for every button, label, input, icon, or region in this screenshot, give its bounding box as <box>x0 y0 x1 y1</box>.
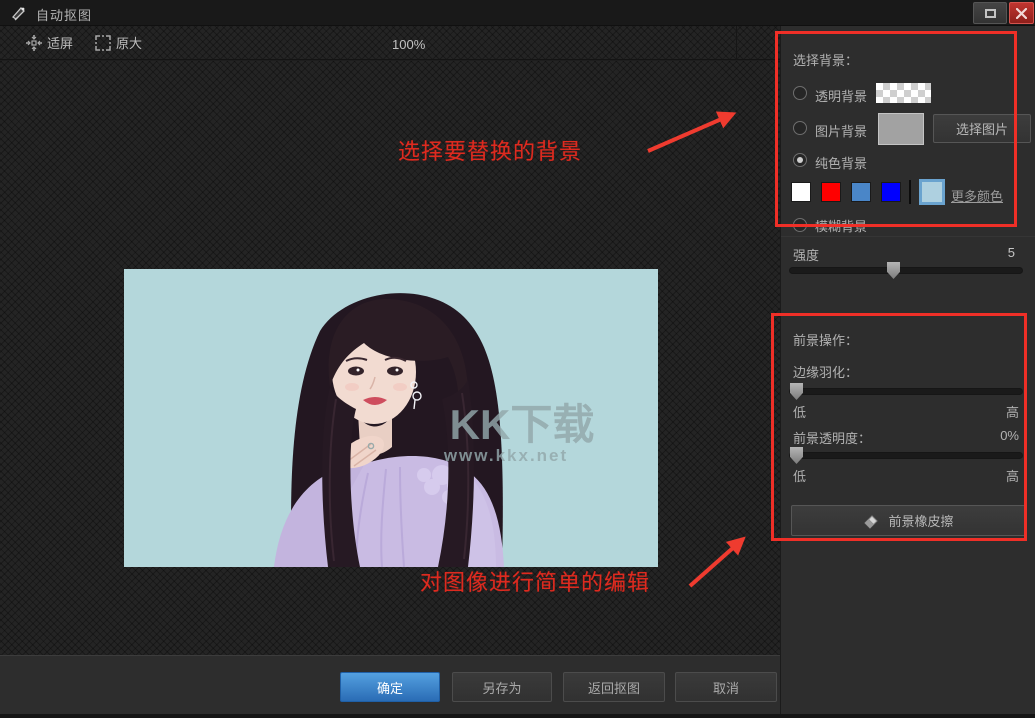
settings-panel: 选择背景： 透明背景 图片背景 选择图片 纯色背景 更多颜色 模糊背景 强度 5… <box>780 26 1035 718</box>
fit-screen-icon <box>26 35 42 51</box>
foreground-eraser-button[interactable]: 前景橡皮擦 <box>791 505 1026 536</box>
panel-divider <box>781 236 1035 237</box>
fit-screen-button[interactable]: 适屏 <box>26 33 73 52</box>
choose-image-button[interactable]: 选择图片 <box>933 114 1031 143</box>
ok-button[interactable]: 确定 <box>340 672 440 702</box>
preview-image: KK下载 www.kkx.net <box>124 269 658 567</box>
image-background-swatch <box>878 113 924 145</box>
maximize-button[interactable] <box>973 2 1007 24</box>
eraser-icon <box>863 512 880 529</box>
opacity-slider[interactable] <box>789 452 1023 459</box>
cancel-button[interactable]: 取消 <box>675 672 777 702</box>
feather-slider[interactable] <box>789 388 1023 395</box>
annotation-edit-note: 对图像进行简单的编辑 <box>420 565 650 597</box>
color-swatch-blue[interactable] <box>881 182 901 202</box>
transparent-swatch <box>876 83 931 103</box>
swatch-divider <box>909 180 911 204</box>
feather-high-label: 高 <box>1006 402 1019 421</box>
color-swatch-white[interactable] <box>791 182 811 202</box>
maximize-icon <box>985 9 996 18</box>
color-swatch-steelblue[interactable] <box>851 182 871 202</box>
strength-label: 强度 <box>793 245 819 264</box>
watermark-line1: KK下载 <box>450 401 595 448</box>
canvas-area: KK下载 www.kkx.net <box>0 61 780 655</box>
background-section-title: 选择背景： <box>793 50 858 69</box>
solid-background-label: 纯色背景 <box>815 153 867 172</box>
blur-background-label: 模糊背景 <box>815 216 867 235</box>
radio-blur-background[interactable] <box>793 218 807 232</box>
app-window: 自动抠图 适屏 原大 100 <box>0 0 1035 718</box>
zoom-level: 100% <box>392 37 425 52</box>
close-icon <box>1016 8 1027 19</box>
original-size-icon <box>95 35 111 51</box>
page-title: 自动抠图 <box>36 5 92 24</box>
save-as-button[interactable]: 另存为 <box>452 672 552 702</box>
color-swatch-red[interactable] <box>821 182 841 202</box>
opacity-slider-thumb[interactable] <box>790 447 803 464</box>
back-to-cutout-button[interactable]: 返回抠图 <box>563 672 665 702</box>
window-bottom-edge <box>0 714 1035 718</box>
radio-solid-background[interactable] <box>793 153 807 167</box>
watermark-line2: www.kkx.net <box>443 446 568 465</box>
color-swatch-selected[interactable] <box>919 179 945 205</box>
radio-transparent-background[interactable] <box>793 86 807 100</box>
transparent-background-label: 透明背景 <box>815 86 867 105</box>
feather-low-label: 低 <box>793 402 806 421</box>
radio-image-background[interactable] <box>793 121 807 135</box>
image-background-label: 图片背景 <box>815 121 867 140</box>
opacity-label: 前景透明度： <box>793 428 871 447</box>
opacity-value: 0% <box>1000 428 1019 443</box>
original-size-button[interactable]: 原大 <box>95 33 142 52</box>
foreground-section-title: 前景操作： <box>793 330 858 349</box>
close-button[interactable] <box>1009 2 1034 24</box>
toolbar: 适屏 原大 100% <box>0 26 780 60</box>
feather-slider-thumb[interactable] <box>790 383 803 400</box>
original-size-label: 原大 <box>116 33 142 52</box>
opacity-low-label: 低 <box>793 466 806 485</box>
eraser-button-label: 前景橡皮擦 <box>888 511 953 530</box>
app-icon <box>11 5 28 22</box>
feather-label: 边缘羽化： <box>793 362 858 381</box>
more-colors-link[interactable]: 更多颜色 <box>951 186 1003 205</box>
strength-value: 5 <box>1008 245 1015 260</box>
strength-slider-thumb[interactable] <box>887 262 900 279</box>
fit-screen-label: 适屏 <box>47 33 73 52</box>
opacity-high-label: 高 <box>1006 466 1019 485</box>
titlebar: 自动抠图 <box>0 0 1035 26</box>
strength-slider[interactable] <box>789 267 1023 274</box>
annotation-background-note: 选择要替换的背景 <box>398 134 582 166</box>
toolbar-divider <box>736 26 737 60</box>
